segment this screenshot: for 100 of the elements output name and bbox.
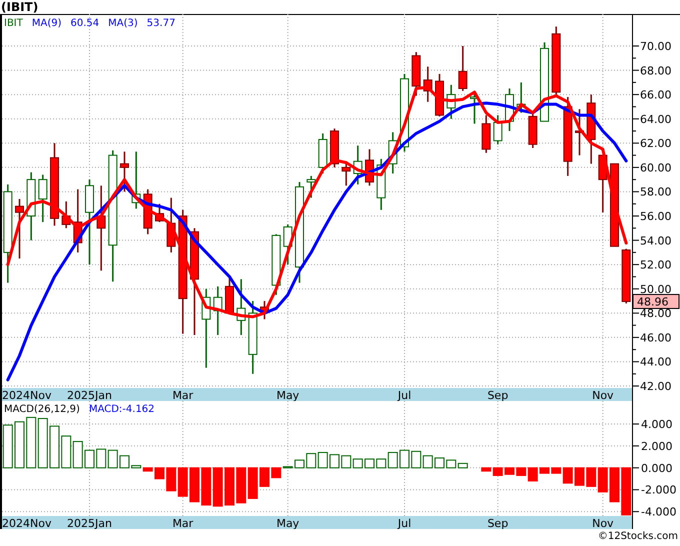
date-label: 2024Nov [2, 389, 52, 401]
legend-label: MA(9) [32, 18, 62, 29]
date-label: Mar [172, 517, 194, 529]
histogram-bar [341, 455, 352, 468]
candlestick [586, 94, 596, 164]
histogram-bar [154, 467, 164, 480]
candlestick [38, 174, 48, 222]
candlestick [376, 158, 386, 210]
price-label: 50.00 [640, 282, 672, 296]
price-label: 48.00 [640, 307, 672, 320]
date-label: Sep [487, 389, 508, 401]
histogram-bar [96, 448, 106, 468]
histogram-bar [306, 453, 316, 468]
legend-label: MACD(26,12,9) [4, 404, 80, 415]
candlestick [342, 161, 351, 186]
candlestick [516, 82, 526, 113]
candlestick [318, 133, 328, 174]
legend-label: MA(3) [108, 18, 138, 29]
histogram-bar [330, 454, 340, 468]
date-label: Nov [592, 517, 614, 529]
legend-label: IBIT [4, 18, 23, 29]
histogram-bar [504, 467, 514, 475]
last-price-badge: 48.96 [632, 294, 680, 309]
date-label: Nov [592, 389, 614, 401]
date-label: Mar [172, 389, 194, 401]
candlestick [120, 152, 129, 192]
date-label: 2025Jan [67, 389, 112, 401]
candlestick [155, 204, 164, 222]
macd-label: -2.000 [641, 484, 676, 497]
histogram-bar [364, 458, 374, 468]
candlestick [213, 286, 222, 335]
candlestick [143, 189, 152, 234]
candlestick [528, 114, 538, 148]
candlestick [505, 88, 514, 131]
candlestick [166, 198, 176, 252]
legend-label: MACD:-4.162 [88, 404, 155, 415]
histogram-bar [352, 458, 363, 468]
price-label: 68.00 [640, 64, 672, 78]
candlestick [412, 52, 421, 96]
copyright-text: ©12Stocks.com [598, 531, 678, 543]
histogram-bar [201, 467, 212, 506]
price-label: 58.00 [640, 186, 672, 199]
price-label: 70.00 [640, 40, 672, 53]
histogram-bar [212, 467, 223, 507]
histogram-bar [190, 467, 200, 502]
histogram-bar [166, 467, 176, 492]
candlestick [388, 132, 398, 174]
price-label: 52.00 [640, 258, 672, 272]
candlestick [62, 201, 71, 228]
histogram-bar [50, 426, 60, 468]
price-label: 64.00 [640, 112, 672, 126]
macd-label: -4.000 [641, 506, 676, 519]
candlestick [26, 172, 36, 240]
candlestick [73, 189, 82, 252]
date-label: May [276, 517, 300, 529]
candlestick [458, 46, 468, 91]
candlestick [236, 279, 246, 335]
candlestick [132, 152, 141, 209]
candlestick [482, 115, 491, 153]
histogram-bar [434, 457, 444, 468]
date-label: 2024Nov [2, 517, 52, 529]
histogram-bar [610, 467, 620, 502]
histogram-bar [598, 467, 608, 492]
legend-label: 60.54 [70, 18, 100, 29]
candlestick [470, 92, 479, 124]
price-label: 44.00 [640, 356, 672, 369]
date-label: Sep [487, 517, 508, 529]
candlestick [435, 74, 444, 116]
candlestick [353, 146, 362, 184]
candlestick [552, 26, 561, 95]
candlestick [598, 154, 608, 212]
histogram-bar [294, 460, 304, 468]
histogram-bar [61, 436, 72, 468]
date-label: May [276, 389, 300, 401]
price-label: 62.00 [640, 137, 672, 150]
price-label: 54.00 [640, 234, 672, 248]
candlestick [330, 128, 339, 168]
price-label: 60.00 [640, 161, 672, 174]
histogram-bar [621, 467, 632, 516]
candlestick [622, 248, 631, 304]
histogram-bar [586, 467, 596, 487]
legend-label: 53.77 [146, 18, 176, 29]
candlestick [272, 234, 281, 295]
histogram-bar [236, 467, 246, 504]
histogram-bar [540, 467, 550, 474]
date-label: Jul [398, 389, 412, 401]
macd-label: 0.000 [641, 462, 672, 475]
candlestick [306, 176, 316, 198]
histogram-bar [318, 452, 328, 468]
histogram-bar [84, 450, 94, 468]
price-label: 46.00 [640, 331, 672, 344]
macd-label: 2.000 [641, 440, 672, 453]
price-label: 66.00 [640, 88, 672, 102]
histogram-bar [178, 467, 188, 497]
chart-title: (IBIT) [0, 0, 38, 14]
histogram-bar [38, 418, 48, 468]
histogram-bar [574, 467, 584, 486]
candlestick [15, 199, 24, 258]
histogram-bar [260, 467, 270, 487]
histogram-bar [14, 421, 24, 468]
